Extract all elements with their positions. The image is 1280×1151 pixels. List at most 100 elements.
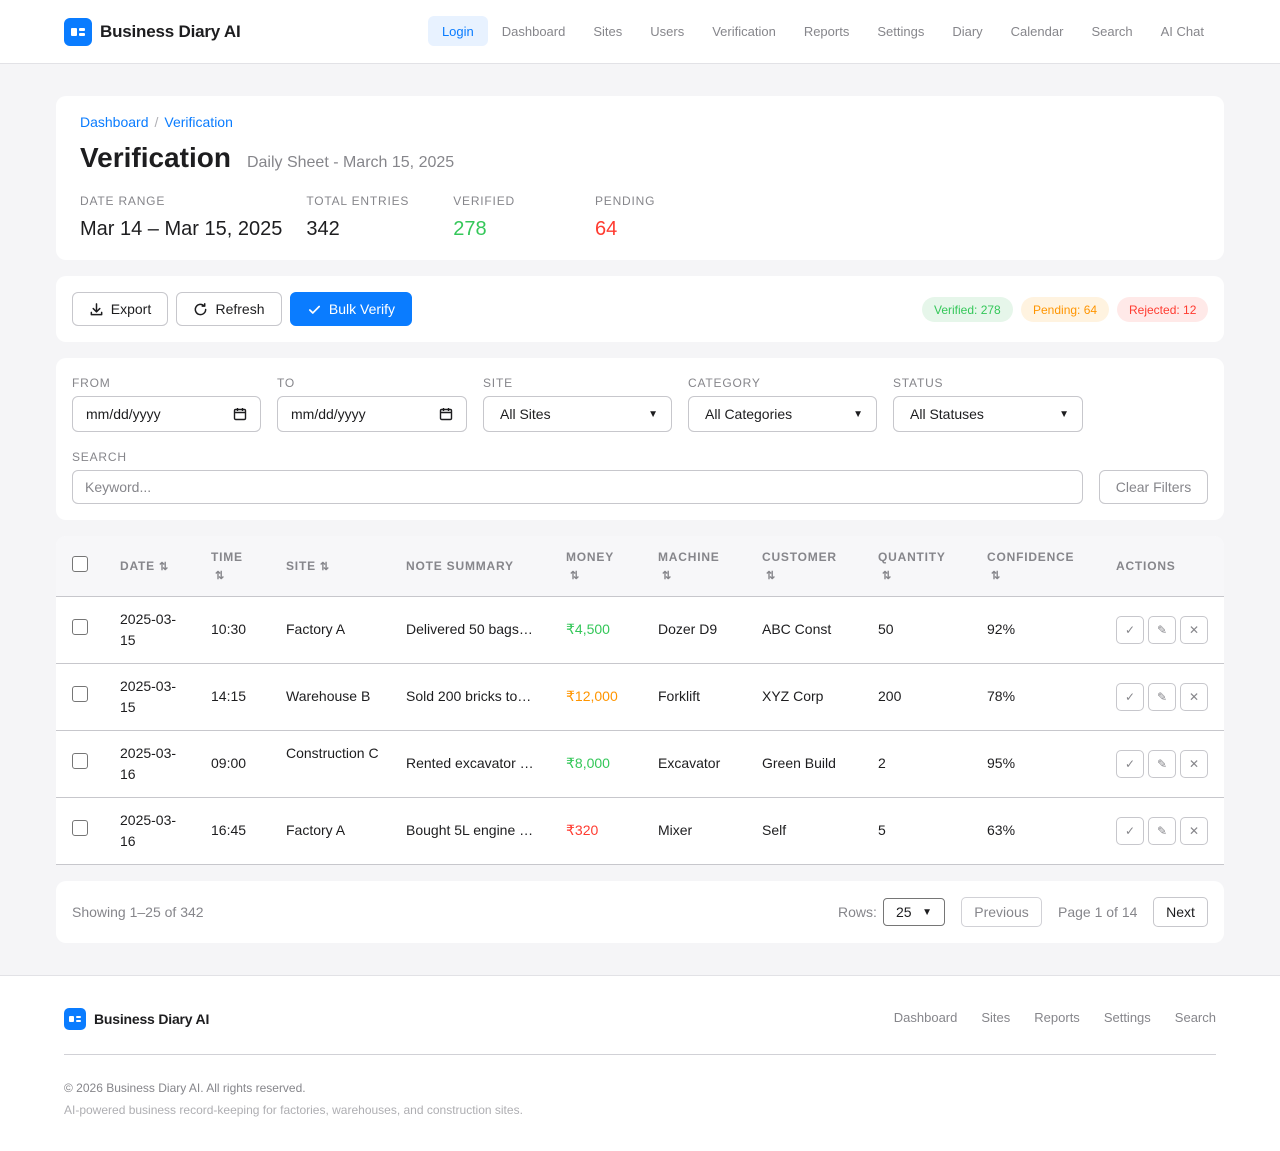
verify-row-button[interactable]: ✓	[1116, 683, 1144, 711]
footer-link-settings[interactable]: Settings	[1104, 1010, 1151, 1025]
nav-login[interactable]: Login	[427, 16, 488, 46]
breadcrumb-dashboard[interactable]: Dashboard	[80, 114, 149, 130]
cell-date: 2025-03-16	[120, 812, 177, 849]
close-icon: ✕	[1188, 824, 1200, 838]
bulk-verify-button[interactable]: Bulk Verify	[290, 292, 412, 326]
cell-quantity: 50	[878, 621, 894, 637]
select-all-checkbox[interactable]	[72, 556, 88, 572]
check-icon: ✓	[1124, 690, 1136, 704]
cell-date: 2025-03-15	[120, 611, 177, 648]
cell-confidence: 95%	[987, 755, 1016, 771]
nav-sites[interactable]: Sites	[579, 16, 636, 46]
status-select[interactable]: All Statuses ▼	[893, 396, 1083, 432]
breadcrumb-verification[interactable]: Verification	[164, 114, 232, 130]
col-customer[interactable]: CUSTOMER ⇅	[762, 548, 837, 585]
site-select-value: All Sites	[500, 406, 551, 422]
nav-settings[interactable]: Settings	[863, 16, 938, 46]
rejected-count-badge: Rejected: 12	[1117, 297, 1209, 322]
cell-time: 09:00	[211, 755, 247, 771]
nav-ai-chat[interactable]: AI Chat	[1147, 16, 1218, 46]
row-checkbox[interactable]	[72, 686, 88, 702]
verify-row-button[interactable]: ✓	[1116, 616, 1144, 644]
reject-row-button[interactable]: ✕	[1180, 683, 1208, 711]
sort-icon: ⇅	[215, 570, 226, 582]
nav-search[interactable]: Search	[1077, 16, 1146, 46]
from-date-value: mm/dd/yyyy	[86, 406, 161, 422]
nav-diary[interactable]: Diary	[938, 16, 996, 46]
rows-per-page-select[interactable]: 25 ▼	[883, 898, 945, 926]
edit-row-button[interactable]: ✎	[1148, 683, 1176, 711]
row-checkbox[interactable]	[72, 820, 88, 836]
row-checkbox[interactable]	[72, 753, 88, 769]
nav-calendar[interactable]: Calendar	[997, 16, 1078, 46]
edit-row-button[interactable]: ✎	[1148, 750, 1176, 778]
sort-icon: ⇅	[991, 570, 1002, 582]
cell-confidence: 63%	[987, 822, 1016, 838]
from-date-input[interactable]: mm/dd/yyyy	[72, 396, 261, 432]
table-row: 2025-03-15 14:15 Warehouse B Sold 200 br…	[56, 664, 1224, 731]
cell-money: ₹8,000	[566, 755, 610, 771]
page-header-card: Dashboard / Verification Verification Da…	[56, 96, 1224, 260]
rows-per-page-value: 25	[896, 904, 912, 920]
refresh-button[interactable]: Refresh	[176, 292, 282, 326]
download-icon	[90, 302, 103, 315]
site-select[interactable]: All Sites ▼	[483, 396, 672, 432]
col-quantity[interactable]: QUANTITY ⇅	[878, 548, 946, 585]
previous-page-button[interactable]: Previous	[961, 897, 1042, 927]
to-date-input[interactable]: mm/dd/yyyy	[277, 396, 467, 432]
col-time[interactable]: TIME ⇅	[211, 548, 243, 585]
top-navbar: Business Diary AI Login Dashboard Sites …	[0, 0, 1280, 64]
nav-reports[interactable]: Reports	[790, 16, 864, 46]
nav-dashboard[interactable]: Dashboard	[488, 16, 580, 46]
chevron-down-icon: ▼	[853, 408, 863, 420]
entries-table: DATE ⇅ TIME ⇅ SITE ⇅ NOTE SUMMARY MONEY ⇅ MA…	[56, 536, 1224, 865]
cell-customer: ABC Const	[762, 621, 832, 637]
col-customer-label: CUSTOMER	[762, 550, 837, 564]
reject-row-button[interactable]: ✕	[1180, 750, 1208, 778]
cell-site: Warehouse B	[286, 688, 371, 704]
reject-row-button[interactable]: ✕	[1180, 817, 1208, 845]
edit-row-button[interactable]: ✎	[1148, 616, 1176, 644]
cell-quantity: 2	[878, 755, 886, 771]
search-input[interactable]: Keyword...	[72, 470, 1083, 504]
edit-row-button[interactable]: ✎	[1148, 817, 1176, 845]
cell-money: ₹320	[566, 822, 599, 838]
footer-link-reports[interactable]: Reports	[1034, 1010, 1080, 1025]
to-date-value: mm/dd/yyyy	[291, 406, 366, 422]
clear-filters-button[interactable]: Clear Filters	[1099, 470, 1208, 504]
stat-pending: PENDING 64	[595, 194, 655, 241]
page-indicator: Page 1 of 14	[1058, 904, 1138, 920]
col-money[interactable]: MONEY ⇅	[566, 548, 614, 585]
stat-label: PENDING	[594, 194, 656, 208]
col-time-label: TIME	[211, 550, 243, 564]
row-checkbox[interactable]	[72, 619, 88, 635]
verify-row-button[interactable]: ✓	[1116, 817, 1144, 845]
footer-link-search[interactable]: Search	[1175, 1010, 1216, 1025]
next-page-button[interactable]: Next	[1153, 897, 1208, 927]
refresh-icon	[195, 302, 207, 315]
nav-users[interactable]: Users	[636, 16, 698, 46]
category-select[interactable]: All Categories ▼	[688, 396, 877, 432]
sort-icon: ⇅	[766, 570, 777, 582]
summary-stats: DATE RANGE Mar 14 – Mar 15, 2025 TOTAL E…	[80, 194, 655, 241]
col-site[interactable]: SITE ⇅	[286, 557, 330, 576]
export-button[interactable]: Export	[72, 292, 168, 326]
cell-time: 16:45	[211, 822, 247, 838]
footer-brand[interactable]: Business Diary AI	[64, 1008, 209, 1030]
col-machine[interactable]: MACHINE ⇅	[658, 548, 720, 585]
verify-row-button[interactable]: ✓	[1116, 750, 1144, 778]
table-row: 2025-03-15 10:30 Factory A Delivered 50 …	[56, 597, 1224, 664]
brand[interactable]: Business Diary AI	[64, 18, 241, 46]
footer-tagline: AI-powered business record-keeping for f…	[64, 1103, 523, 1117]
footer-link-dashboard[interactable]: Dashboard	[894, 1010, 958, 1025]
cell-note: Bought 5L engine …	[406, 822, 534, 838]
refresh-label: Refresh	[215, 301, 265, 317]
col-confidence[interactable]: CONFIDENCE ⇅	[987, 548, 1074, 585]
reject-row-button[interactable]: ✕	[1180, 616, 1208, 644]
check-icon: ✓	[1124, 623, 1136, 637]
col-date[interactable]: DATE ⇅	[120, 557, 169, 576]
sort-icon: ⇅	[570, 570, 581, 582]
footer-link-sites[interactable]: Sites	[981, 1010, 1010, 1025]
bulk-verify-label: Bulk Verify	[328, 301, 396, 317]
nav-verification[interactable]: Verification	[698, 16, 790, 46]
